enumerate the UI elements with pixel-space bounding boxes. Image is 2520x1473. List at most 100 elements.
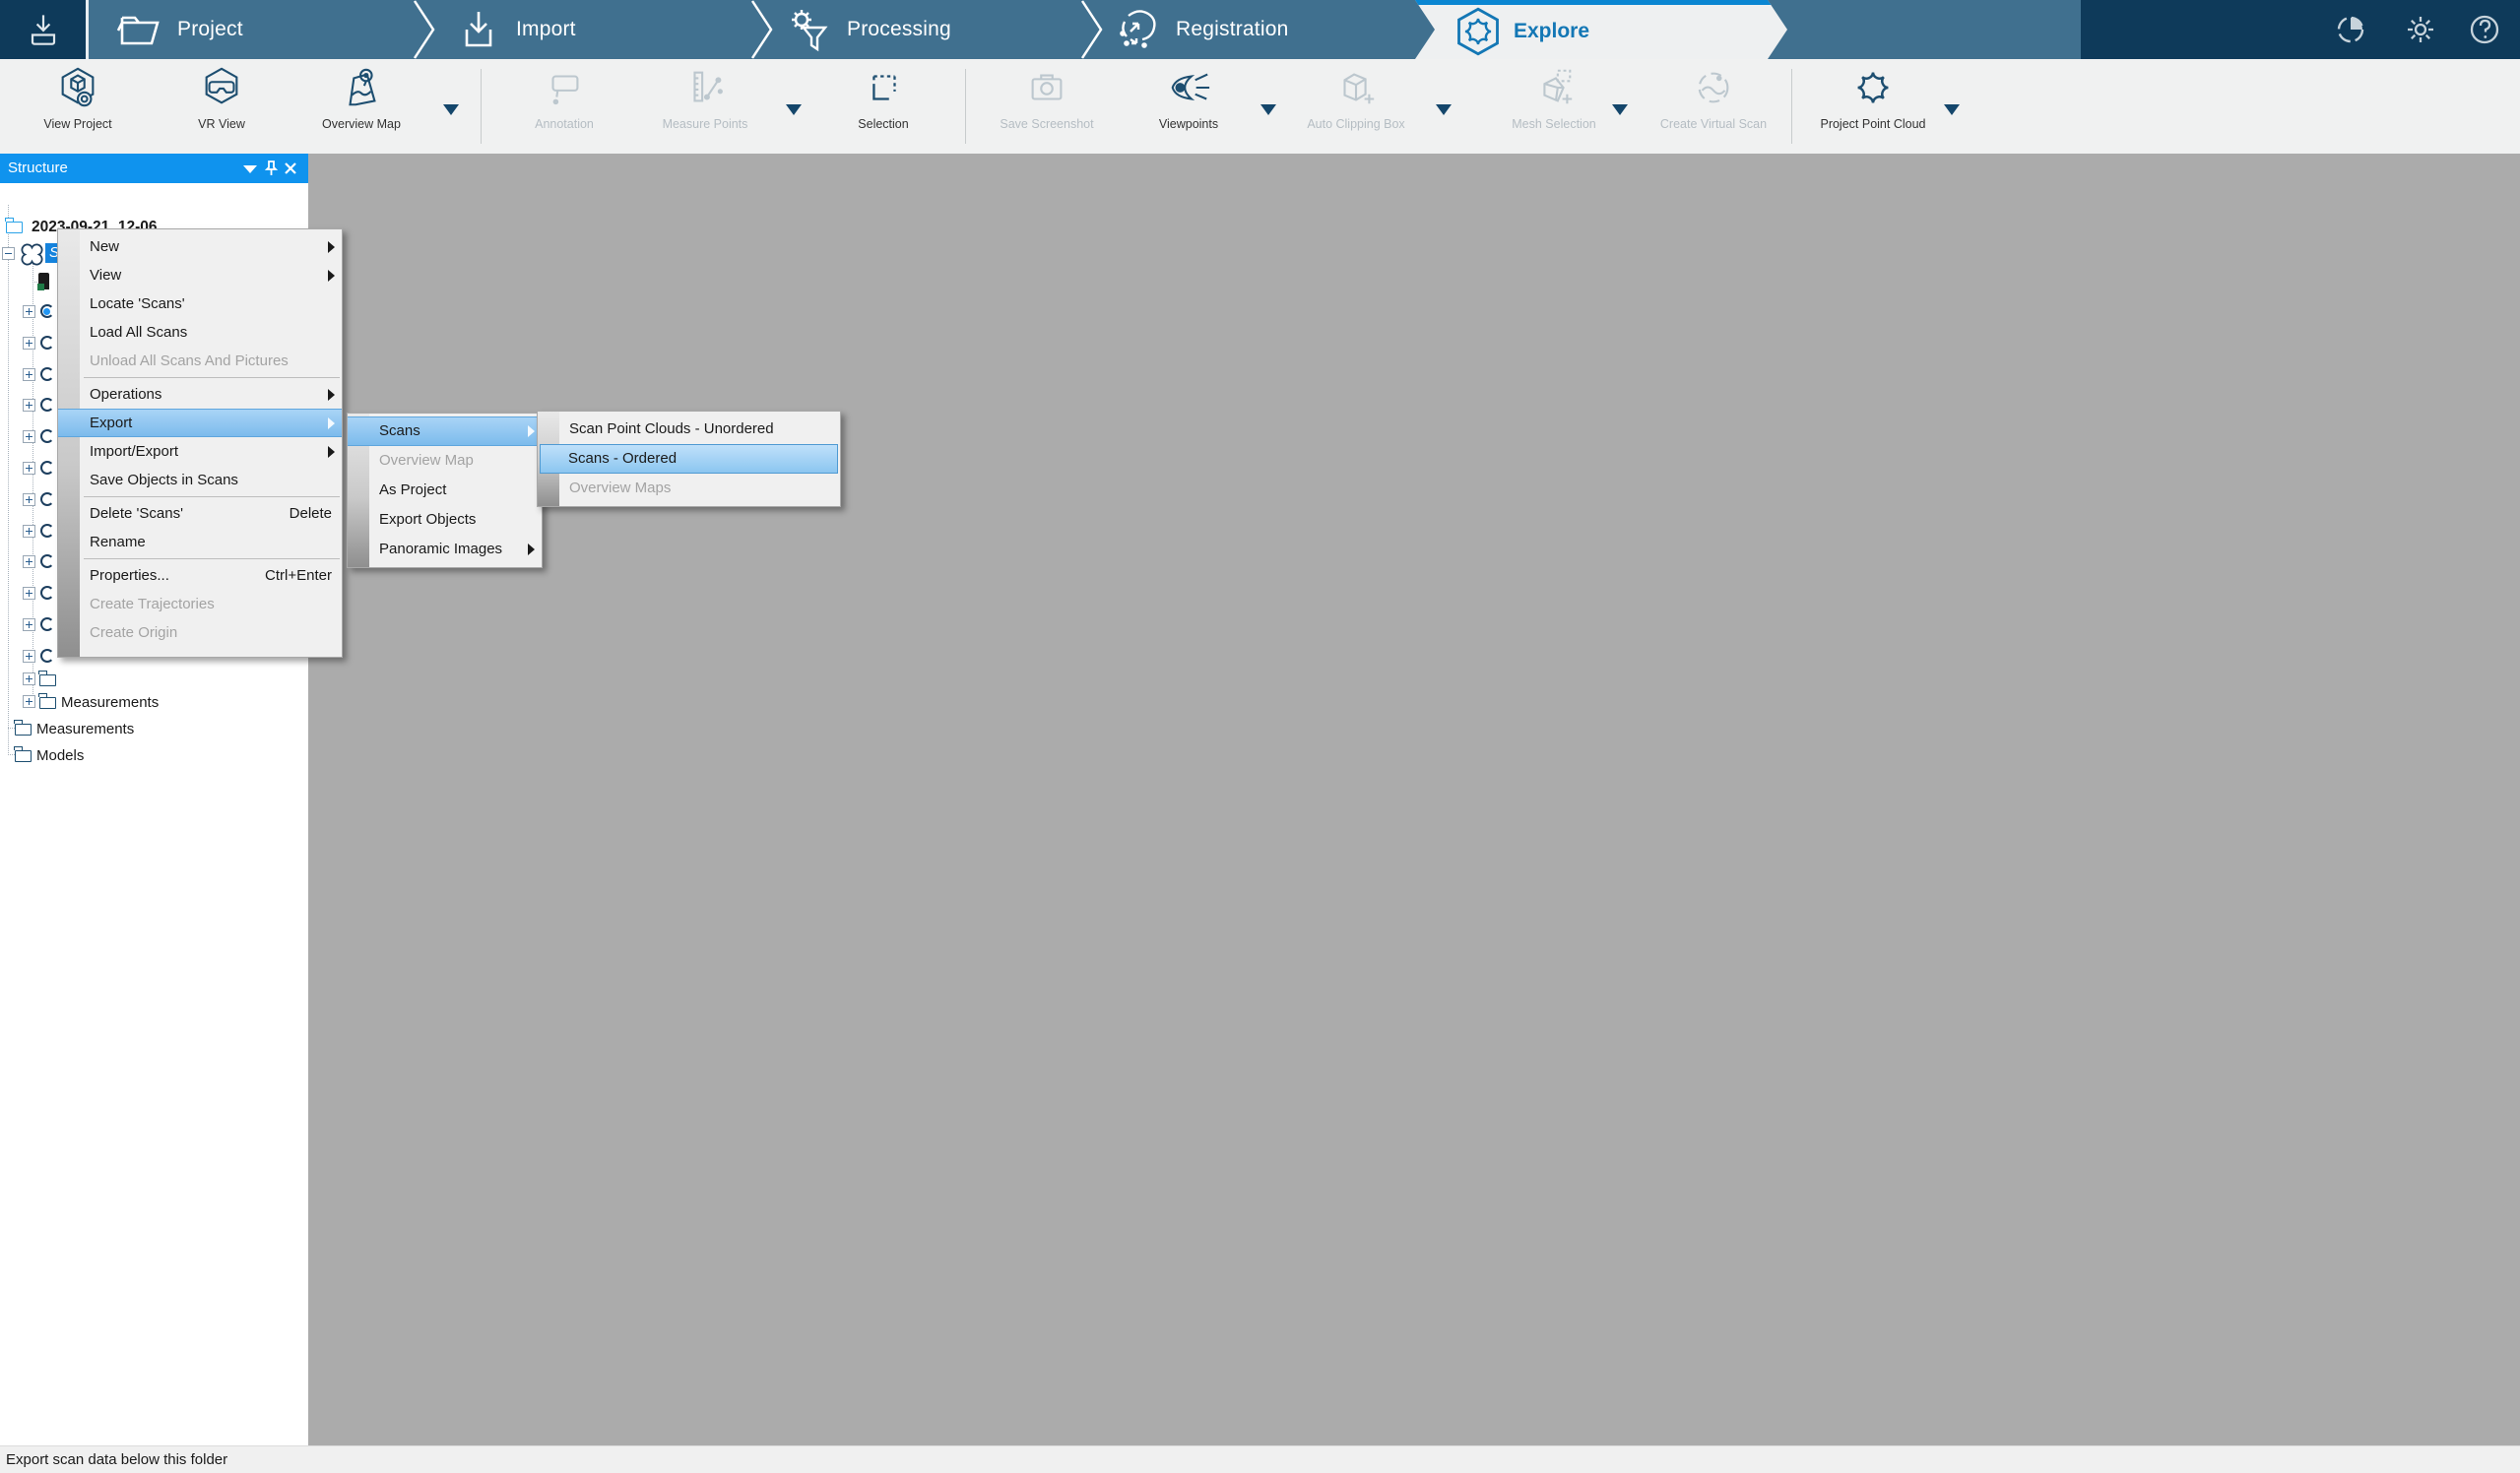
menu-separator (84, 496, 340, 497)
panel-title: Structure (8, 154, 68, 183)
menu-item-create-trajectories[interactable]: Create Trajectories (58, 590, 342, 618)
tab-import[interactable]: Import (455, 0, 576, 59)
menu-item-import-export[interactable]: Import/Export (58, 437, 342, 466)
tab-registration[interactable]: Registration (1115, 0, 1288, 59)
expand-icon[interactable] (23, 399, 35, 412)
auto-clipping-box-dropdown-arrow[interactable] (1436, 104, 1452, 115)
toolbar-label: Overview Map (297, 117, 425, 131)
progress-pie-icon[interactable] (2335, 14, 2366, 45)
measure-points-dropdown-arrow[interactable] (786, 104, 802, 115)
toolbar-label: Measure Points (641, 117, 769, 131)
viewpoints-button[interactable]: Viewpoints (1125, 65, 1253, 131)
collapse-icon[interactable] (2, 247, 15, 260)
save-import-icon (22, 8, 65, 51)
project-point-cloud-button[interactable]: Project Point Cloud (1812, 65, 1934, 131)
menu-item-rename[interactable]: Rename (58, 528, 342, 556)
toolbar-separator (1791, 69, 1792, 144)
tab-separator (1079, 0, 1105, 59)
annotation-button[interactable]: Annotation (500, 65, 628, 131)
tab-project[interactable]: Project (116, 0, 243, 59)
application-window: Project Import (0, 0, 2520, 1473)
close-icon[interactable] (284, 160, 297, 176)
expand-icon[interactable] (23, 525, 35, 538)
submenu-arrow-icon (328, 446, 335, 458)
expand-icon[interactable] (23, 305, 35, 318)
menu-item-export-objects[interactable]: Export Objects (348, 505, 542, 535)
tab-processing[interactable]: Processing (786, 0, 951, 59)
menu-item-locate-scans[interactable]: Locate 'Scans' (58, 289, 342, 318)
tree-row-models[interactable]: Models (0, 744, 84, 766)
tab-explore[interactable]: Explore (1415, 0, 1787, 59)
tree-row-measurements-child[interactable]: Measurements (0, 691, 159, 713)
help-icon[interactable] (2469, 14, 2500, 45)
toolbar-label: Create Virtual Scan (1647, 117, 1780, 131)
menu-item-overview-map[interactable]: Overview Map (348, 446, 542, 476)
pin-icon[interactable] (264, 160, 279, 176)
expand-icon[interactable] (23, 337, 35, 350)
expand-icon[interactable] (23, 493, 35, 506)
scan-icon (40, 367, 54, 381)
scan-icon (40, 492, 54, 506)
create-virtual-scan-button[interactable]: Create Virtual Scan (1647, 65, 1780, 131)
settings-gear-icon[interactable] (2405, 14, 2436, 45)
menu-item-overview-maps[interactable]: Overview Maps (538, 474, 840, 503)
menu-item-new[interactable]: New (58, 232, 342, 261)
viewport-canvas[interactable] (308, 154, 2520, 1445)
explore-icon (1453, 6, 1504, 57)
expand-icon[interactable] (23, 430, 35, 443)
expand-icon[interactable] (23, 695, 35, 708)
viewpoints-dropdown-arrow[interactable] (1260, 104, 1276, 115)
menu-item-load-all-scans[interactable]: Load All Scans (58, 318, 342, 347)
scan-icon (40, 429, 54, 443)
mesh-selection-dropdown-arrow[interactable] (1612, 104, 1628, 115)
context-menu: New View Locate 'Scans' Load All Scans U… (57, 228, 343, 658)
measure-points-button[interactable]: Measure Points (641, 65, 769, 131)
toolbar-label: Project Point Cloud (1819, 117, 1927, 131)
submenu-arrow-icon (528, 544, 535, 555)
menu-item-properties[interactable]: Properties...Ctrl+Enter (58, 561, 342, 590)
panel-menu-caret-icon[interactable] (243, 165, 257, 173)
expand-icon[interactable] (23, 368, 35, 381)
tree-row-measurements[interactable]: Measurements (0, 718, 134, 739)
scan-icon (40, 398, 54, 412)
mesh-selection-button[interactable]: Mesh Selection (1490, 65, 1618, 131)
viewpoints-icon (1166, 65, 1211, 110)
menu-item-export[interactable]: Export (58, 409, 342, 437)
overview-map-button[interactable]: Overview Map (297, 65, 425, 131)
overview-map-dropdown-arrow[interactable] (443, 104, 459, 115)
auto-clipping-box-button[interactable]: Auto Clipping Box (1292, 65, 1420, 131)
menu-item-view[interactable]: View (58, 261, 342, 289)
expand-icon[interactable] (23, 587, 35, 600)
scan-icon (40, 554, 54, 568)
menu-item-as-project[interactable]: As Project (348, 476, 542, 505)
save-screenshot-icon (1024, 65, 1069, 110)
expand-icon[interactable] (23, 650, 35, 663)
expand-icon[interactable] (23, 672, 35, 685)
expand-icon[interactable] (23, 462, 35, 475)
menu-separator (84, 377, 340, 378)
selection-button[interactable]: Selection (819, 65, 947, 131)
menu-item-scans-ordered[interactable]: Scans - Ordered (540, 444, 838, 474)
menu-item-operations[interactable]: Operations (58, 380, 342, 409)
menu-item-save-objects[interactable]: Save Objects in Scans (58, 466, 342, 494)
tab-label: Project (177, 18, 243, 41)
view-project-button[interactable]: View Project (14, 65, 142, 131)
menu-item-unload-all[interactable]: Unload All Scans And Pictures (58, 347, 342, 375)
submenu-arrow-icon (528, 425, 535, 437)
folder-icon (15, 724, 32, 736)
menu-item-scan-point-clouds-unordered[interactable]: Scan Point Clouds - Unordered (538, 415, 840, 444)
toolbar-label: Save Screenshot (983, 117, 1111, 131)
menu-separator (84, 558, 340, 559)
folder-icon (15, 750, 32, 762)
menu-item-scans[interactable]: Scans (348, 416, 542, 446)
expand-icon[interactable] (23, 618, 35, 631)
vr-view-button[interactable]: VR View (158, 65, 286, 131)
save-project-button[interactable] (0, 0, 89, 59)
tree-line (32, 264, 33, 702)
menu-item-create-origin[interactable]: Create Origin (58, 618, 342, 647)
menu-item-panoramic-images[interactable]: Panoramic Images (348, 535, 542, 564)
expand-icon[interactable] (23, 555, 35, 568)
project-point-cloud-dropdown-arrow[interactable] (1944, 104, 1960, 115)
save-screenshot-button[interactable]: Save Screenshot (983, 65, 1111, 131)
menu-item-delete-scans[interactable]: Delete 'Scans'Delete (58, 499, 342, 528)
